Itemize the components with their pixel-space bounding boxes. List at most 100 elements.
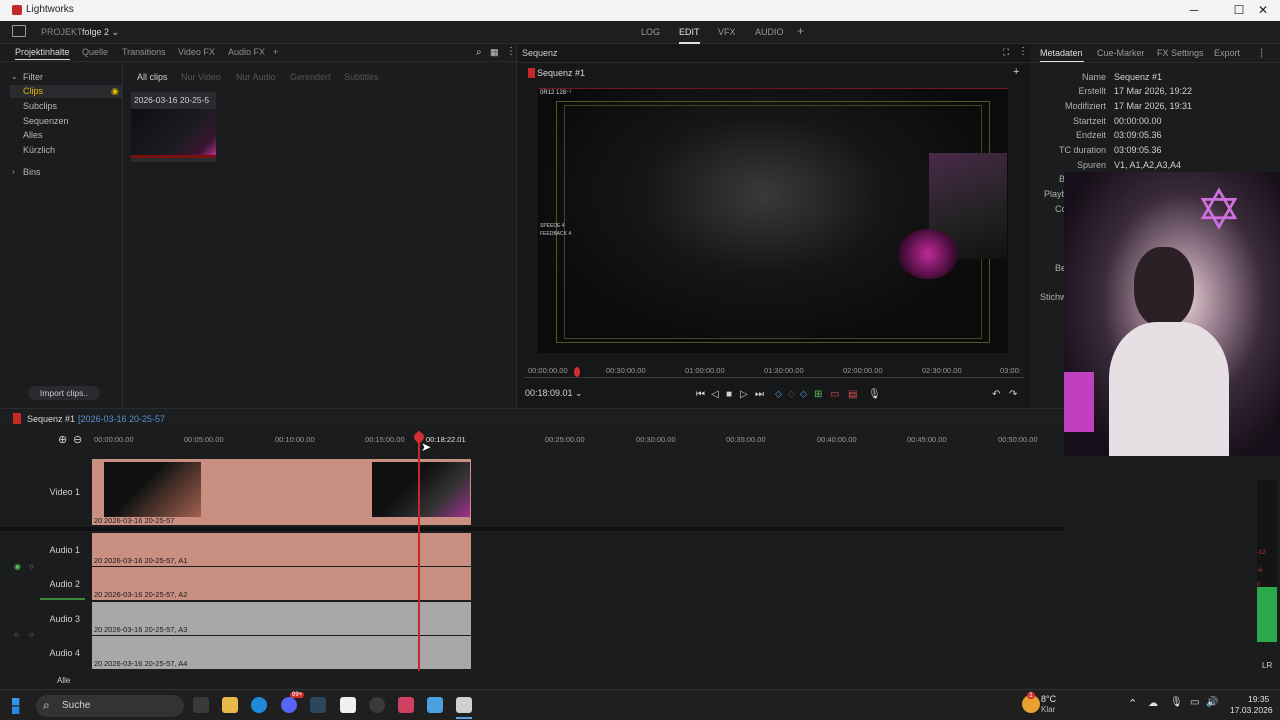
- all-tracks-label[interactable]: Alle: [57, 676, 70, 685]
- audio-monitor-on-icon[interactable]: ◉: [14, 562, 21, 571]
- discord-icon[interactable]: [281, 697, 297, 713]
- fullscreen-icon[interactable]: ⛶: [1003, 47, 1009, 58]
- viewer-options-icon[interactable]: ⋮: [1018, 46, 1028, 57]
- viewer-ruler[interactable]: 00:00:00.00 00:30:00.00 01:00:00.00 01:3…: [524, 366, 1024, 378]
- tab-audio[interactable]: AUDIO: [755, 27, 784, 37]
- stop-icon[interactable]: ■: [726, 389, 732, 400]
- add-content-tab-button[interactable]: +: [273, 47, 278, 57]
- subtab-nur-audio[interactable]: Nur Audio: [236, 72, 276, 82]
- exit-project-icon[interactable]: [12, 25, 26, 37]
- zoom-in-icon[interactable]: ⊕: [58, 433, 67, 446]
- audio-monitor-off-icon[interactable]: ○: [29, 562, 34, 571]
- chevron-right-icon[interactable]: ›: [12, 167, 15, 176]
- timeline-tick: 00:00:00.00: [94, 435, 134, 444]
- minimize-button[interactable]: ─: [1177, 0, 1211, 21]
- tab-audio-fx[interactable]: Audio FX: [228, 47, 265, 57]
- play-icon[interactable]: ▷: [740, 389, 748, 400]
- track-label-audio-2[interactable]: Audio 2: [20, 579, 80, 589]
- zoom-out-icon[interactable]: ⊖: [73, 433, 82, 446]
- filter-item-subclips[interactable]: Subclips: [23, 101, 57, 111]
- subtab-nur-video[interactable]: Nur Video: [181, 72, 221, 82]
- export-more-icon[interactable]: ┆: [1259, 48, 1264, 59]
- taskbar-search[interactable]: ⌕ Suche: [36, 695, 184, 717]
- microphone-tray-icon[interactable]: 🎙: [1170, 697, 1183, 708]
- go-to-start-icon[interactable]: ⏮: [696, 389, 705, 400]
- timeline-ruler[interactable]: ⊕ ⊖ 00:00:00.00 00:05:00.00 00:10:00.00 …: [0, 428, 1064, 450]
- delete-icon[interactable]: ▤: [848, 389, 857, 400]
- tab-transitions[interactable]: Transitions: [122, 47, 166, 57]
- tab-fx-settings[interactable]: FX Settings: [1157, 48, 1204, 58]
- taskbar-time[interactable]: 19:35: [1248, 694, 1269, 704]
- video-frame[interactable]: 0R12 128⁻¹ SPEEDE 4 FEEDBACK 4: [538, 88, 1008, 353]
- subtab-subtitles[interactable]: Subtitles: [344, 72, 379, 82]
- viewer-playhead-marker[interactable]: [574, 367, 580, 377]
- audio-clip-a3[interactable]: 20 2026-03-16 20-25-57, A3: [92, 602, 471, 635]
- audio-monitor-off-icon[interactable]: ○: [29, 630, 34, 639]
- cloud-icon[interactable]: ☁: [1148, 698, 1158, 709]
- lightworks-taskbar-icon[interactable]: [456, 697, 472, 713]
- track-label-audio-1[interactable]: Audio 1: [20, 545, 80, 555]
- audio-clip-a1[interactable]: 20 2026-03-16 20-25-57, A1: [92, 533, 471, 566]
- step-back-icon[interactable]: ◁: [711, 389, 719, 400]
- taskbar-date[interactable]: 17.03.2026: [1230, 705, 1273, 715]
- tab-metadaten[interactable]: Metadaten: [1040, 48, 1083, 58]
- meta-key-erstellt: Erstellt: [1078, 86, 1106, 96]
- tab-video-fx[interactable]: Video FX: [178, 47, 215, 57]
- replace-icon[interactable]: ▭: [830, 389, 839, 400]
- video-clip[interactable]: 20 2026-03-16 20-25-57: [92, 459, 471, 525]
- tab-edit[interactable]: EDIT: [679, 27, 700, 44]
- track-label-audio-4[interactable]: Audio 4: [20, 648, 80, 658]
- tab-cue-marker[interactable]: Cue-Marker: [1097, 48, 1145, 58]
- windows-start-icon[interactable]: [12, 698, 20, 714]
- insert-icon[interactable]: ⊞: [814, 389, 822, 400]
- tab-log[interactable]: LOG: [641, 27, 660, 37]
- obs-icon[interactable]: [369, 697, 385, 713]
- tab-projektinhalte[interactable]: Projektinhalte: [15, 47, 70, 60]
- subtab-gerendert[interactable]: Gerendert: [290, 72, 331, 82]
- app-icon[interactable]: [340, 697, 356, 713]
- search-icon[interactable]: ⌕: [476, 47, 482, 58]
- chevron-down-icon[interactable]: ⌄: [11, 72, 18, 81]
- grid-view-icon[interactable]: ▦: [490, 47, 499, 58]
- audio-monitor-off-icon[interactable]: ○: [14, 630, 19, 639]
- go-to-end-icon[interactable]: ⏭: [755, 389, 764, 400]
- display-icon[interactable]: ▭: [1190, 697, 1199, 708]
- more-options-icon[interactable]: ⋮: [506, 46, 516, 57]
- audio-clip-a4[interactable]: 20 2026-03-16 20-25-57, A4: [92, 636, 471, 669]
- filter-item-alles[interactable]: Alles: [23, 130, 43, 140]
- clip-tile[interactable]: 2026-03-16 20-25-5: [131, 92, 216, 162]
- filter-item-kuerzlich[interactable]: Kürzlich: [23, 145, 55, 155]
- playhead-line[interactable]: [418, 431, 420, 671]
- maps-icon[interactable]: [398, 697, 414, 713]
- mark-clip-icon[interactable]: ⬦: [800, 389, 807, 400]
- track-label-audio-3[interactable]: Audio 3: [20, 614, 80, 624]
- task-view-icon[interactable]: [193, 697, 209, 713]
- dev-tool-icon[interactable]: [427, 697, 443, 713]
- mark-in-icon[interactable]: ⬦: [775, 389, 782, 400]
- volume-icon[interactable]: 🔊: [1206, 697, 1218, 708]
- steam-icon[interactable]: [310, 697, 326, 713]
- filter-item-clips[interactable]: Clips ◉: [10, 85, 123, 98]
- edge-browser-icon[interactable]: [251, 697, 267, 713]
- track-label-video-1[interactable]: Video 1: [20, 487, 80, 497]
- redo-icon[interactable]: ↷: [1009, 389, 1017, 400]
- add-tab-button[interactable]: +: [797, 24, 804, 38]
- project-name-dropdown[interactable]: folge 2 ⌄: [82, 27, 119, 38]
- tab-vfx[interactable]: VFX: [718, 27, 736, 37]
- close-button[interactable]: ✕: [1246, 0, 1280, 21]
- subtab-all-clips[interactable]: All clips: [137, 72, 168, 82]
- mark-out-icon[interactable]: ⬦: [788, 389, 795, 400]
- audio-clip-a2[interactable]: 20 2026-03-16 20-25-57, A2: [92, 567, 471, 600]
- viewer-timecode[interactable]: 00:18:09.01 ⌄: [525, 388, 583, 399]
- chevron-up-icon[interactable]: ⌃: [1128, 697, 1137, 710]
- tab-export[interactable]: Export: [1214, 48, 1240, 58]
- viewer-add-button[interactable]: +: [1013, 66, 1019, 78]
- microphone-icon[interactable]: 🎙: [868, 389, 881, 400]
- undo-icon[interactable]: ↶: [992, 389, 1000, 400]
- tab-quelle[interactable]: Quelle: [82, 47, 108, 57]
- import-clips-button[interactable]: Import clips..: [28, 386, 100, 400]
- bins-heading[interactable]: Bins: [23, 167, 41, 177]
- filter-item-sequenzen[interactable]: Sequenzen: [23, 116, 69, 126]
- filter-heading[interactable]: Filter: [23, 72, 43, 82]
- file-explorer-icon[interactable]: [222, 697, 238, 713]
